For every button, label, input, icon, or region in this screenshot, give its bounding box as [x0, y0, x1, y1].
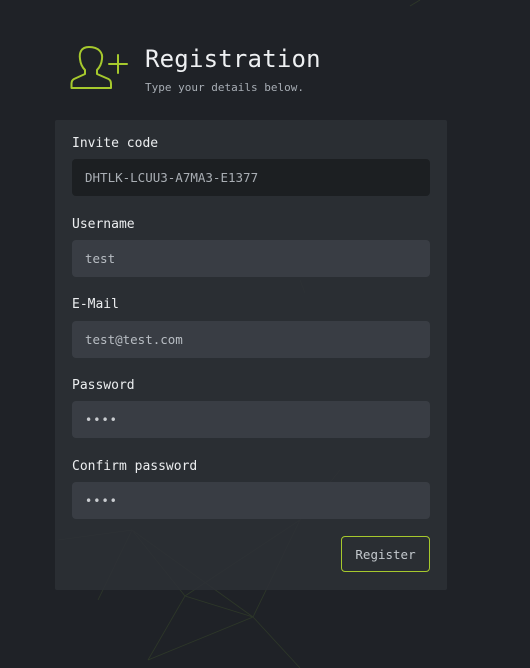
password-field[interactable]: [72, 401, 430, 438]
registration-header: Registration Type your details below.: [70, 44, 470, 96]
registration-form: Invite code Username E-Mail Password Con…: [55, 120, 447, 590]
email-field[interactable]: [72, 321, 430, 358]
confirm-password-label: Confirm password: [72, 459, 198, 474]
page-subtitle: Type your details below.: [145, 81, 304, 94]
user-add-icon: [70, 46, 128, 89]
password-label: Password: [72, 378, 135, 393]
page-title: Registration: [145, 45, 321, 73]
register-button[interactable]: Register: [341, 536, 430, 572]
email-label: E-Mail: [72, 297, 119, 312]
username-label: Username: [72, 217, 135, 232]
invite-code-field[interactable]: [72, 159, 430, 196]
confirm-password-field[interactable]: [72, 482, 430, 519]
username-field[interactable]: [72, 240, 430, 277]
invite-code-label: Invite code: [72, 136, 159, 151]
